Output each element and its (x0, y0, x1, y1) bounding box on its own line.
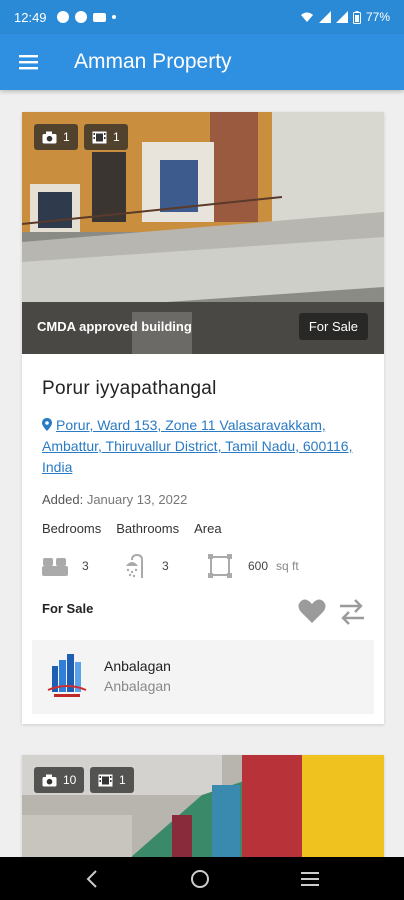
battery-icon (352, 10, 361, 24)
hamburger-menu-icon (19, 55, 38, 70)
bedrooms-label: Bedrooms (42, 521, 102, 536)
battery-level: 77% (365, 10, 390, 24)
added-label: Added: (42, 492, 84, 507)
photo-count: 1 (63, 130, 70, 144)
listing-photo-2[interactable]: 10 1 (22, 755, 384, 865)
area-value: 600 (248, 559, 269, 573)
area-unit: sq ft (276, 559, 299, 573)
camera-icon (42, 131, 57, 143)
menu-button[interactable] (0, 34, 58, 90)
signal-icon (318, 11, 331, 23)
shower-icon (126, 554, 143, 578)
photo-caption: CMDA approved building (37, 319, 192, 334)
video-icon (92, 131, 107, 143)
video-count-2: 1 (119, 773, 126, 787)
bed-icon (42, 558, 68, 576)
youtube-icon (92, 12, 106, 22)
app-bar: Amman Property (0, 34, 404, 90)
app-title: Amman Property (74, 50, 232, 73)
message-icon (56, 11, 69, 23)
listing-card-2[interactable]: 10 1 (22, 755, 384, 865)
agent-name: Anbalagan (104, 658, 171, 674)
video-count: 1 (113, 130, 120, 144)
bathrooms-value: 3 (162, 559, 169, 573)
address-link[interactable]: Porur, Ward 153, Zone 11 Valasaravakkam,… (42, 415, 364, 478)
bedrooms-value: 3 (82, 559, 89, 573)
listing-photo[interactable]: 1 1 CMDA approved building For Sale (22, 112, 384, 354)
video-icon (98, 774, 113, 786)
location-pin-icon (42, 418, 52, 431)
status-time: 12:49 (14, 9, 47, 25)
status-tag: For Sale (298, 313, 368, 340)
heart-icon (298, 599, 326, 623)
agent-logo (47, 654, 87, 697)
feature-labels: Bedrooms Bathrooms Area (42, 521, 237, 536)
bedrooms-feature: 3 (42, 552, 89, 580)
bathrooms-label: Bathrooms (116, 521, 180, 536)
added-date: Added: January 13, 2022 (42, 492, 187, 507)
more-notifications-icon (111, 15, 116, 19)
camera-icon (42, 774, 57, 786)
video-count-badge-2: 1 (90, 767, 134, 793)
photo-count-badge: 1 (34, 124, 78, 150)
wifi-calling-icon (300, 12, 313, 22)
feature-values: 3 3 600 sq ft (42, 552, 362, 580)
address-text: Porur, Ward 153, Zone 11 Valasaravakkam,… (42, 417, 353, 475)
status-bar: 12:49 77% (0, 0, 404, 34)
recents-icon[interactable] (300, 871, 319, 887)
chat-icon (74, 11, 87, 23)
system-icons: 77% (300, 10, 390, 24)
video-count-badge: 1 (84, 124, 128, 150)
agent-subtitle: Anbalagan (104, 678, 171, 694)
favorite-button[interactable] (298, 598, 326, 624)
compare-icon (340, 599, 364, 625)
back-icon[interactable] (85, 869, 99, 888)
notification-icons (56, 11, 116, 23)
area-feature: 600 sq ft (208, 552, 299, 580)
sale-label: For Sale (42, 601, 94, 616)
compare-button[interactable] (338, 598, 366, 626)
home-icon[interactable] (190, 869, 210, 889)
area-label: Area (194, 521, 222, 536)
listing-card[interactable]: 1 1 CMDA approved building For Sale Poru… (22, 112, 384, 724)
photo-count-2: 10 (63, 773, 77, 787)
added-value: January 13, 2022 (86, 492, 188, 507)
bathrooms-feature: 3 (122, 552, 169, 580)
listing-title[interactable]: Porur iyyapathangal (42, 378, 217, 400)
agent-card[interactable]: Anbalagan Anbalagan (32, 640, 374, 714)
area-icon (208, 554, 232, 578)
system-nav-bar (0, 857, 404, 900)
signal-icon-2 (335, 11, 348, 23)
photo-count-badge-2: 10 (34, 767, 85, 793)
